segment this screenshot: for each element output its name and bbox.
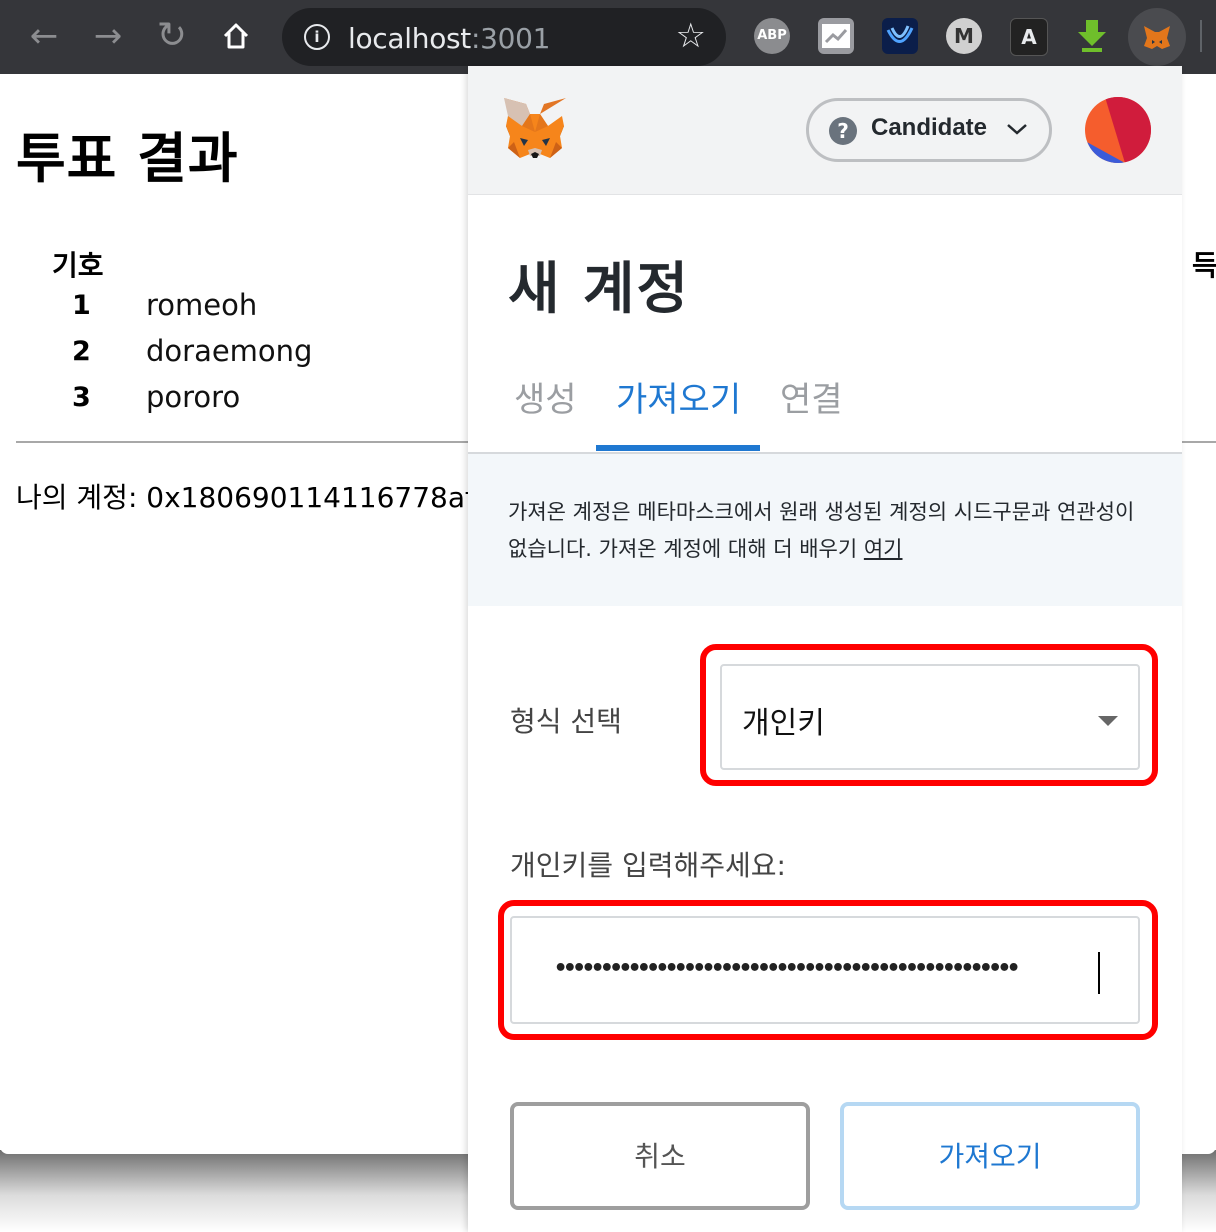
metamask-extension-button[interactable] [1128,8,1186,66]
forward-arrow-icon[interactable]: → [86,14,130,58]
account-avatar[interactable] [1085,97,1151,163]
private-key-value: ••••••••••••••••••••••••••••••••••••••••… [554,956,1020,981]
page-title: 투표 결과 [16,127,239,190]
address-bar[interactable]: i localhost:3001 ☆ [282,8,726,66]
learn-more-link[interactable]: 여기 [864,537,903,561]
private-key-input[interactable]: ••••••••••••••••••••••••••••••••••••••••… [510,916,1140,1024]
candidate-name: pororo [146,380,241,414]
browser-toolbar: ← → ↻ i localhost:3001 ☆ ABP M A [0,0,1216,74]
adblock-plus-icon[interactable]: ABP [754,18,790,54]
reload-icon[interactable]: ↻ [150,14,194,58]
metamask-popup: ? Candidate 새 계정 생성 가져오기 연결 가져온 계정은 메타마스… [468,66,1182,1232]
network-selector[interactable]: ? Candidate [806,98,1052,162]
candidate-number: 2 [72,336,91,367]
back-arrow-icon[interactable]: ← [22,14,66,58]
home-icon[interactable] [214,14,258,58]
candidate-number: 1 [72,290,91,321]
info-icon[interactable]: i [304,24,330,50]
candidate-number: 3 [72,382,91,413]
notice-text: 가져온 계정은 메타마스크에서 원래 생성된 계정의 시드구문과 연관성이 없습… [508,500,1135,561]
format-label: 형식 선택 [510,705,622,738]
download-arrow-icon[interactable] [1074,18,1110,54]
import-button[interactable]: 가져오기 [840,1102,1140,1210]
bookmark-star-icon[interactable]: ☆ [676,14,706,58]
text-caret [1098,952,1100,994]
active-tab-indicator [596,445,760,451]
cancel-button[interactable]: 취소 [510,1102,810,1210]
font-a-icon[interactable]: A [1010,18,1048,56]
tab-import[interactable]: 가져오기 [616,372,741,421]
wave-icon[interactable] [882,18,918,54]
url-text: localhost:3001 [348,22,551,55]
import-notice: 가져온 계정은 메타마스크에서 원래 생성된 계정의 시드구문과 연관성이 없습… [468,454,1182,606]
account-address: 나의 계정: 0x180690114116778af5 [16,481,493,514]
candidate-name: doraemong [146,334,313,368]
network-label: Candidate [871,114,988,141]
tab-create[interactable]: 생성 [514,372,577,421]
modal-title: 새 계정 [508,257,691,322]
m-icon[interactable]: M [946,18,982,54]
chevron-down-icon [1005,111,1029,147]
format-select-value: 개인키 [742,706,825,741]
metamask-header: ? Candidate [468,66,1182,195]
votes-column-header: 득 [1192,249,1216,282]
candidate-name: romeoh [146,288,258,322]
dropdown-arrow-icon [1098,716,1118,726]
private-key-label: 개인키를 입력해주세요: [510,849,786,882]
chart-check-icon[interactable] [818,18,854,54]
toolbar-divider [1200,20,1202,52]
metamask-fox-logo [500,96,570,166]
number-column-header: 기호 [52,249,104,282]
question-circle-icon: ? [829,117,857,145]
format-select[interactable]: 개인키 [720,664,1140,770]
tab-connect[interactable]: 연결 [780,372,843,421]
